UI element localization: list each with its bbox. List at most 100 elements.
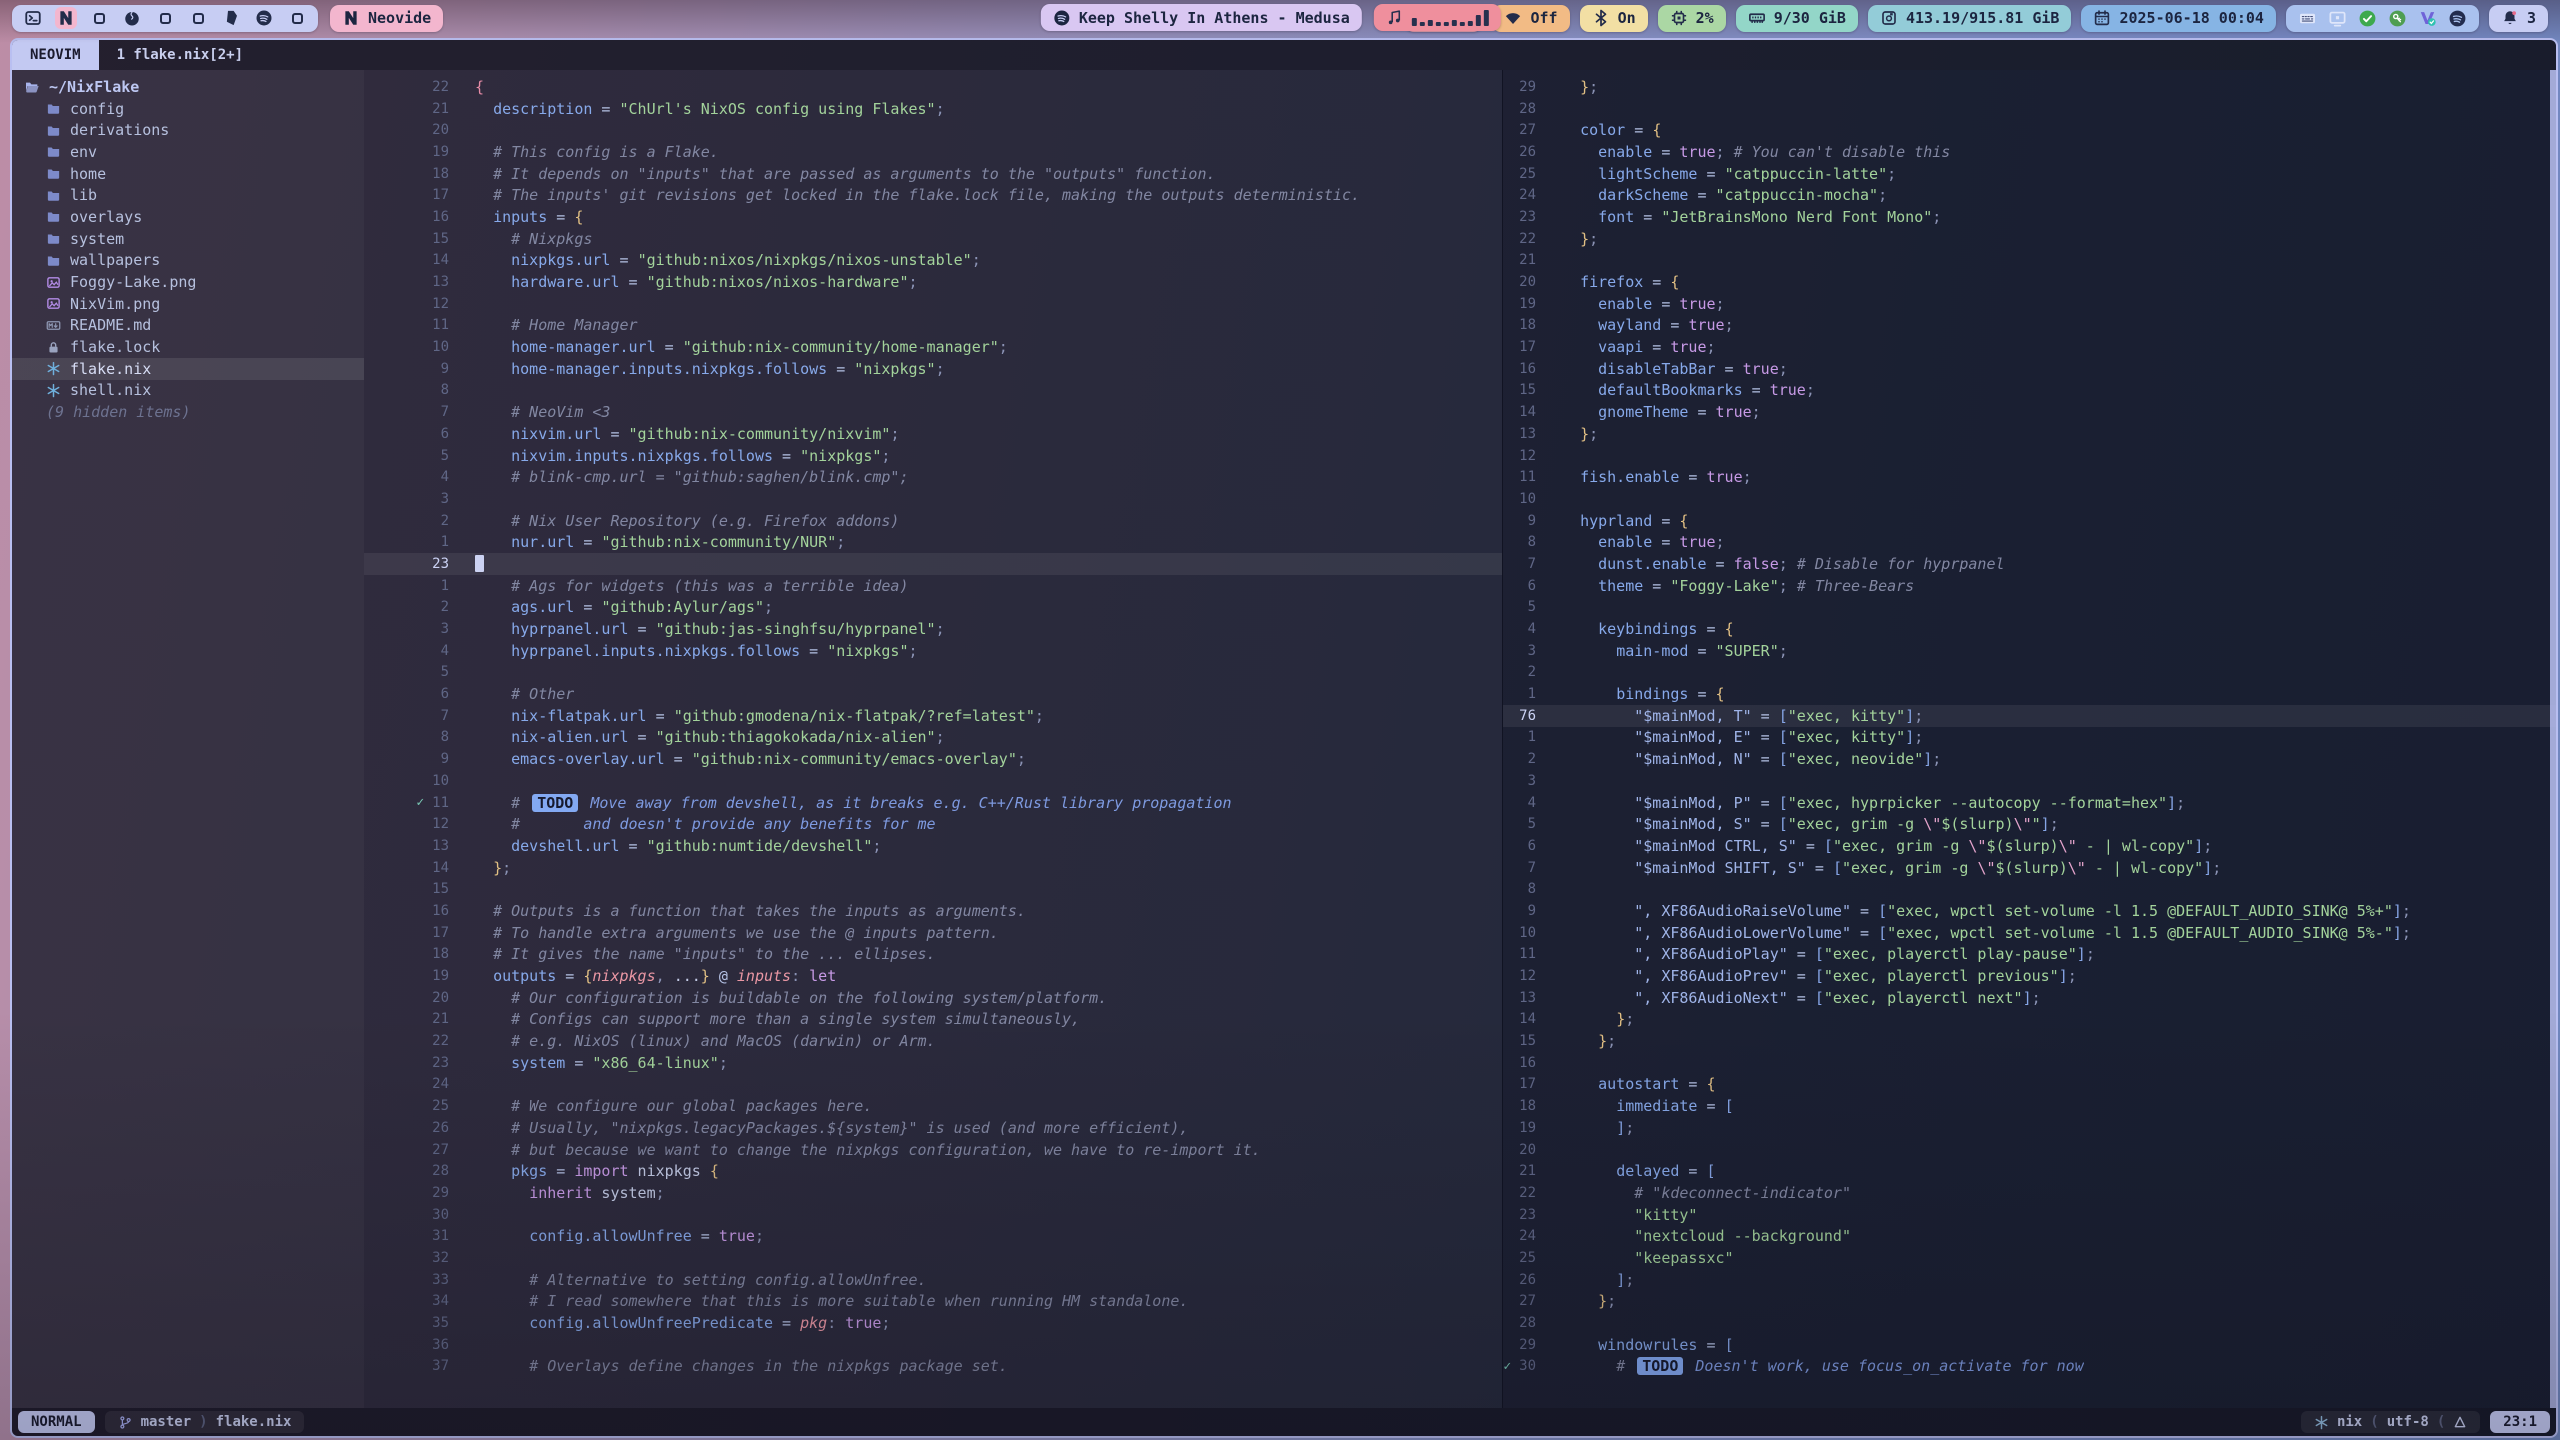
- code-line[interactable]: ✓11 # TODO Move away from devshell, as i…: [364, 792, 1502, 814]
- memory-pill[interactable]: 9/30 GiB: [1736, 5, 1858, 32]
- disk-pill[interactable]: 413.19/915.81 GiB: [1868, 5, 2072, 32]
- code-line[interactable]: 7 dunst.enable = false; # Disable for hy…: [1503, 553, 2556, 575]
- code-line[interactable]: 24 darkScheme = "catppuccin-mocha";: [1503, 184, 2556, 206]
- code-line[interactable]: 8: [364, 380, 1502, 402]
- tree-item-wallpapers[interactable]: wallpapers: [12, 250, 364, 272]
- code-line[interactable]: 27 color = {: [1503, 119, 2556, 141]
- code-line[interactable]: 22 # "kdeconnect-indicator": [1503, 1182, 2556, 1204]
- tree-item-shell.nix[interactable]: shell.nix: [12, 380, 364, 402]
- code-line[interactable]: 16 disableTabBar = true;: [1503, 358, 2556, 380]
- code-line[interactable]: 21 # Configs can support more than a sin…: [364, 1009, 1502, 1031]
- code-line[interactable]: 21: [1503, 250, 2556, 272]
- code-line[interactable]: 18 # It depends on "inputs" that are pas…: [364, 163, 1502, 185]
- code-line[interactable]: 1 bindings = {: [1503, 683, 2556, 705]
- code-line[interactable]: 22{: [364, 76, 1502, 98]
- tabline-mode-tab[interactable]: NEOVIM: [12, 40, 99, 70]
- code-line[interactable]: 14 };: [364, 857, 1502, 879]
- code-line[interactable]: 11 ", XF86AudioPlay" = ["exec, playerctl…: [1503, 944, 2556, 966]
- code-line[interactable]: 15 };: [1503, 1030, 2556, 1052]
- media-player-pill[interactable]: Keep Shelly In Athens - Medusa: [1041, 4, 1362, 31]
- workspace-6[interactable]: [187, 7, 209, 29]
- tree-item-overlays[interactable]: overlays: [12, 206, 364, 228]
- code-line[interactable]: 19 enable = true;: [1503, 293, 2556, 315]
- editor-pane-right[interactable]: 29 };2827 color = {26 enable = true; # Y…: [1502, 70, 2556, 1408]
- code-line[interactable]: 35 config.allowUnfreePredicate = pkg: tr…: [364, 1312, 1502, 1334]
- code-line[interactable]: 4 hyprpanel.inputs.nixpkgs.follows = "ni…: [364, 640, 1502, 662]
- code-line[interactable]: 22 };: [1503, 228, 2556, 250]
- code-line[interactable]: 26 # Usually, "nixpkgs.legacyPackages.${…: [364, 1117, 1502, 1139]
- code-line[interactable]: 15 defaultBookmarks = true;: [1503, 380, 2556, 402]
- code-line[interactable]: 24 "nextcloud --background": [1503, 1225, 2556, 1247]
- code-line[interactable]: 3 main-mod = "SUPER";: [1503, 640, 2556, 662]
- tree-item-env[interactable]: env: [12, 141, 364, 163]
- code-line[interactable]: 1 nur.url = "github:nix-community/NUR";: [364, 531, 1502, 553]
- code-line[interactable]: 26 enable = true; # You can't disable th…: [1503, 141, 2556, 163]
- tree-item-foggy-lake.png[interactable]: Foggy-Lake.png: [12, 271, 364, 293]
- code-line[interactable]: 24: [364, 1074, 1502, 1096]
- notifications-pill[interactable]: 3: [2489, 5, 2548, 32]
- workspace-3[interactable]: [88, 7, 110, 29]
- code-line[interactable]: 11 # Home Manager: [364, 315, 1502, 337]
- code-line[interactable]: 27 };: [1503, 1291, 2556, 1313]
- code-line[interactable]: ✓30 # TODO Doesn't work, use focus_on_ac…: [1503, 1356, 2556, 1378]
- workspace-8[interactable]: [253, 7, 275, 29]
- code-line[interactable]: 8 enable = true;: [1503, 531, 2556, 553]
- workspace-7[interactable]: [220, 7, 242, 29]
- code-line[interactable]: 12 # and doesn't provide any benefits fo…: [364, 813, 1502, 835]
- code-line[interactable]: 31 config.allowUnfree = true;: [364, 1225, 1502, 1247]
- code-line[interactable]: 20 firefox = {: [1503, 271, 2556, 293]
- tree-item-config[interactable]: config: [12, 98, 364, 120]
- code-line[interactable]: 3 hyprpanel.url = "github:jas-singhfsu/h…: [364, 618, 1502, 640]
- network-pill[interactable]: Off: [1492, 5, 1569, 32]
- code-line[interactable]: 34 # I read somewhere that this is more …: [364, 1291, 1502, 1313]
- code-line[interactable]: 1 "$mainMod, E" = ["exec, kitty"];: [1503, 727, 2556, 749]
- code-line[interactable]: 5: [364, 662, 1502, 684]
- code-line[interactable]: 7 nix-flatpak.url = "github:gmodena/nix-…: [364, 705, 1502, 727]
- code-line[interactable]: 1 # Ags for widgets (this was a terrible…: [364, 575, 1502, 597]
- code-line[interactable]: 17 vaapi = true;: [1503, 336, 2556, 358]
- workspace-9[interactable]: [286, 7, 308, 29]
- code-line[interactable]: 9 hyprland = {: [1503, 510, 2556, 532]
- code-line[interactable]: 11 fish.enable = true;: [1503, 466, 2556, 488]
- code-line[interactable]: 14 nixpkgs.url = "github:nixos/nixpkgs/n…: [364, 250, 1502, 272]
- code-line[interactable]: 23: [364, 553, 1502, 575]
- code-line[interactable]: 23 system = "x86_64-linux";: [364, 1052, 1502, 1074]
- code-line[interactable]: 30: [364, 1204, 1502, 1226]
- code-line[interactable]: 21 delayed = [: [1503, 1160, 2556, 1182]
- tree-item-lib[interactable]: lib: [12, 184, 364, 206]
- code-line[interactable]: 15: [364, 878, 1502, 900]
- tree-item-readme.md[interactable]: README.md: [12, 315, 364, 337]
- code-line[interactable]: 17 # The inputs' git revisions get locke…: [364, 184, 1502, 206]
- code-line[interactable]: 12: [1503, 445, 2556, 467]
- tree-item-flake.lock[interactable]: flake.lock: [12, 336, 364, 358]
- code-line[interactable]: 4 keybindings = {: [1503, 618, 2556, 640]
- code-line[interactable]: 76 "$mainMod, T" = ["exec, kitty"];: [1503, 705, 2556, 727]
- code-line[interactable]: 17 autostart = {: [1503, 1074, 2556, 1096]
- code-line[interactable]: 22 # e.g. NixOS (linux) and MacOS (darwi…: [364, 1030, 1502, 1052]
- code-line[interactable]: 6 nixvim.url = "github:nix-community/nix…: [364, 423, 1502, 445]
- code-line[interactable]: 9 home-manager.inputs.nixpkgs.follows = …: [364, 358, 1502, 380]
- code-line[interactable]: 20: [364, 119, 1502, 141]
- tree-item-derivations[interactable]: derivations: [12, 119, 364, 141]
- code-line[interactable]: 10 home-manager.url = "github:nix-commun…: [364, 336, 1502, 358]
- code-line[interactable]: 20: [1503, 1139, 2556, 1161]
- code-line[interactable]: 20 # Our configuration is buildable on t…: [364, 987, 1502, 1009]
- tree-item-nixvim.png[interactable]: NixVim.png: [12, 293, 364, 315]
- active-window-pill[interactable]: Neovide: [330, 5, 443, 32]
- workspaces-pill[interactable]: [12, 5, 318, 32]
- code-line[interactable]: 4 "$mainMod, P" = ["exec, hyprpicker --a…: [1503, 792, 2556, 814]
- bluetooth-pill[interactable]: On: [1580, 5, 1648, 32]
- code-line[interactable]: 36: [364, 1334, 1502, 1356]
- code-line[interactable]: 3: [364, 488, 1502, 510]
- code-line[interactable]: 29 };: [1503, 76, 2556, 98]
- code-line[interactable]: 19 # This config is a Flake.: [364, 141, 1502, 163]
- code-line[interactable]: 13 devshell.url = "github:numtide/devshe…: [364, 835, 1502, 857]
- code-line[interactable]: 28 pkgs = import nixpkgs {: [364, 1160, 1502, 1182]
- code-line[interactable]: 25 "keepassxc": [1503, 1247, 2556, 1269]
- code-line[interactable]: 21 description = "ChUrl's NixOS config u…: [364, 98, 1502, 120]
- code-line[interactable]: 33 # Alternative to setting config.allow…: [364, 1269, 1502, 1291]
- code-line[interactable]: 16 # Outputs is a function that takes th…: [364, 900, 1502, 922]
- code-line[interactable]: 13 hardware.url = "github:nixos/nixos-ha…: [364, 271, 1502, 293]
- tree-item-system[interactable]: system: [12, 228, 364, 250]
- code-line[interactable]: 8 nix-alien.url = "github:thiagokokada/n…: [364, 727, 1502, 749]
